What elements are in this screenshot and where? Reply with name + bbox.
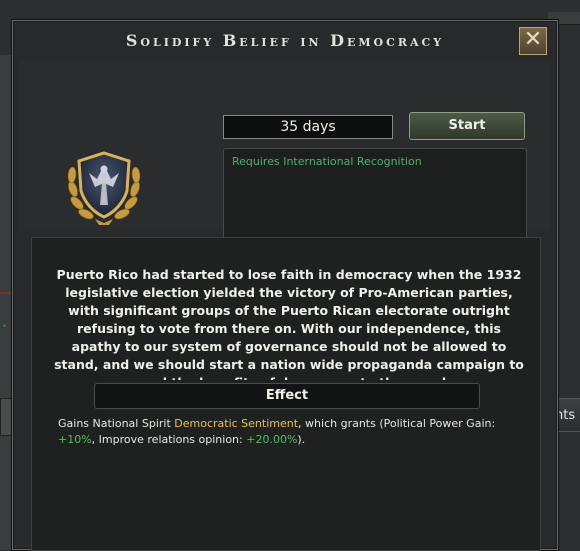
relations-modifier: +20.00% <box>246 433 298 446</box>
effect-prefix: Gains National Spirit <box>58 417 175 430</box>
effect-header: Effect <box>94 383 480 409</box>
national-spirit-link[interactable]: Democratic Sentiment <box>174 417 298 430</box>
description-panel: Puerto Rico had started to lose faith in… <box>31 237 541 551</box>
duration-display: 35 days <box>223 115 393 139</box>
close-button[interactable]: ✕ <box>519 27 547 55</box>
democracy-emblem-icon <box>67 151 141 225</box>
decision-description: Puerto Rico had started to lose faith in… <box>54 267 524 380</box>
close-icon: ✕ <box>523 27 543 52</box>
start-button[interactable]: Start <box>409 112 525 140</box>
decision-header-area: 35 days Start Requires International Rec… <box>19 59 551 258</box>
requirement-text: Requires International Recognition <box>232 155 422 168</box>
effect-mid: , which grants (Political Power Gain: <box>298 417 496 430</box>
window-title: Solidify Belief in Democracy <box>125 31 445 50</box>
effect-suffix: ). <box>297 433 306 446</box>
effect-text: Gains National Spirit Democratic Sentime… <box>58 416 524 448</box>
effect-mid2: , Improve relations opinion: <box>91 433 247 446</box>
decision-window: Solidify Belief in Democracy ✕ 35 days S… <box>12 20 558 551</box>
political-power-modifier: +10% <box>58 433 92 446</box>
